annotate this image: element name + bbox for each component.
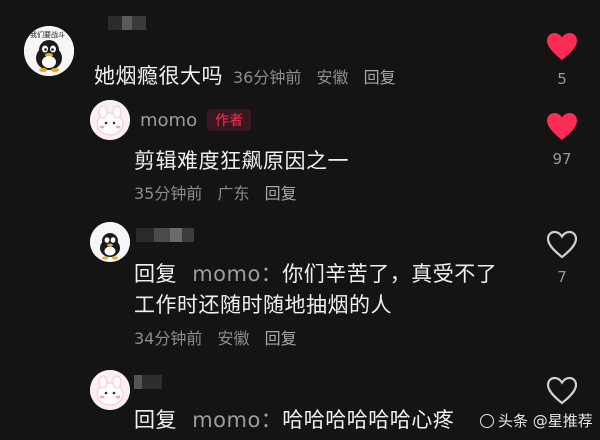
avatar[interactable]: 我们要战斗 — [24, 26, 74, 76]
like-count: 5 — [557, 70, 567, 88]
toutiao-logo-icon — [480, 413, 494, 428]
avatar[interactable] — [90, 370, 130, 410]
watermark: 头条 @星推荐 — [480, 410, 593, 431]
reply-button[interactable]: 回复 — [364, 68, 396, 87]
comment-location: 安徽 — [316, 68, 349, 87]
comment-location: 广东 — [217, 184, 250, 203]
reply-target[interactable]: momo： — [192, 408, 282, 432]
bunny-avatar-icon — [90, 100, 130, 140]
comment-text: 工作时还随时随地抽烟的人 — [134, 293, 392, 317]
comment-time: 36分钟前 — [233, 68, 302, 87]
comment-row: 她烟瘾很大吗 36分钟前 安徽 回复 — [94, 60, 406, 90]
avatar[interactable] — [90, 222, 130, 262]
reply-text-line1: 回复 momo：你们辛苦了，真受不了 — [134, 258, 497, 288]
author-badge: 作者 — [207, 109, 252, 131]
heart-filled-icon[interactable] — [546, 32, 578, 62]
comment-time: 35分钟前 — [134, 184, 203, 203]
reply-prefix: 回复 — [134, 262, 177, 286]
comment-location: 安徽 — [217, 329, 250, 348]
comment-text: 你们辛苦了，真受不了 — [282, 262, 498, 286]
bunny-avatar-icon — [90, 370, 130, 410]
comment-meta: 34分钟前 安徽 回复 — [134, 325, 307, 349]
blurred-username[interactable] — [108, 16, 146, 30]
comment-text: 她烟瘾很大吗 — [94, 64, 223, 88]
heart-outline-icon[interactable] — [546, 376, 578, 406]
heart-outline-icon[interactable] — [546, 230, 578, 260]
heart-filled-icon[interactable] — [546, 112, 578, 142]
comment-time: 34分钟前 — [134, 329, 203, 348]
username[interactable]: momo — [140, 110, 197, 131]
like-count: 97 — [552, 150, 572, 168]
reply-prefix: 回复 — [134, 408, 177, 432]
reply-text-line1: 回复 momo：哈哈哈哈哈哈心疼 — [134, 404, 454, 434]
penguin-avatar-icon — [90, 222, 130, 262]
blurred-username[interactable] — [134, 375, 162, 389]
author-header: momo 作者 — [140, 109, 252, 131]
reply-target[interactable]: momo： — [192, 262, 282, 286]
comment-text: 剪辑难度狂飙原因之一 — [134, 149, 349, 173]
avatar-caption: 我们要战斗 — [30, 31, 65, 39]
blurred-username[interactable] — [136, 228, 194, 242]
comment-meta: 35分钟前 广东 回复 — [134, 180, 307, 204]
reply-button[interactable]: 回复 — [265, 329, 297, 348]
comment-text: 哈哈哈哈哈哈心疼 — [282, 408, 455, 432]
reply-button[interactable]: 回复 — [265, 184, 297, 203]
avatar[interactable] — [90, 100, 130, 140]
like-count: 7 — [557, 268, 567, 286]
